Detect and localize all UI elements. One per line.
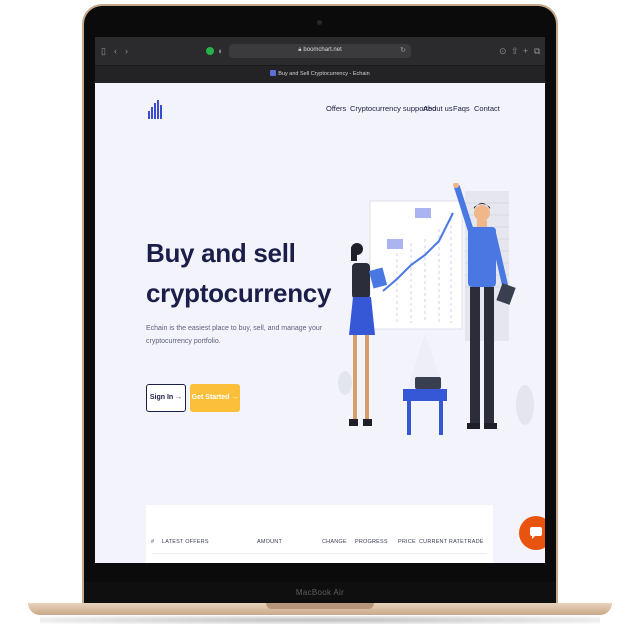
- nav-faqs[interactable]: Faqs: [453, 104, 470, 113]
- projector: [415, 377, 441, 389]
- privacy-icon[interactable]: ◐: [218, 46, 223, 56]
- share-icon[interactable]: ⇧: [511, 46, 519, 56]
- logo-icon[interactable]: [148, 99, 164, 119]
- laptop-notch: [266, 603, 374, 609]
- arrow-right-icon: →: [175, 394, 183, 401]
- camera-dot: [317, 20, 322, 25]
- tabs-icon[interactable]: ⧉: [534, 46, 540, 56]
- browser-toolbar: ▯ ‹ › ◐ 🔒︎ boomchart.net ↻ ⊙ ⇧ + ⧉: [95, 37, 545, 65]
- back-icon[interactable]: ‹: [114, 46, 117, 56]
- chart-board: [369, 200, 463, 330]
- active-tab[interactable]: Buy and Sell Cryptocurrency - Echain: [95, 70, 545, 77]
- get-started-label: Get Started: [191, 394, 230, 401]
- sign-in-button[interactable]: Sign In →: [146, 384, 186, 412]
- chart-tag: [387, 239, 403, 249]
- extension-icon[interactable]: [206, 47, 214, 55]
- download-icon[interactable]: ⊙: [499, 46, 507, 56]
- col-price[interactable]: PRICE: [398, 539, 416, 545]
- nav-contact[interactable]: Contact: [474, 104, 500, 113]
- new-tab-icon[interactable]: +: [523, 46, 528, 56]
- woman-body: [352, 263, 370, 299]
- website: Offers Cryptocurrency supported About us…: [95, 83, 545, 563]
- chat-button[interactable]: [519, 516, 545, 550]
- offers-table: # LATEST OFFERS AMOUNT CHANGE PROGRESS P…: [146, 505, 493, 563]
- favicon-icon: [270, 70, 277, 76]
- col-index[interactable]: #: [151, 539, 154, 545]
- col-trade[interactable]: TRADE: [464, 539, 484, 545]
- lock-icon: 🔒︎: [298, 47, 302, 53]
- nav-about-us[interactable]: About us: [423, 104, 453, 113]
- device-label: MacBook Air: [295, 588, 345, 597]
- man-head: [474, 205, 490, 221]
- laptop-mockup: MacBook Air ▯ ‹ › ◐ 🔒︎ boomchart.net ↻ ⊙ …: [0, 0, 640, 640]
- chart-tag: [415, 208, 431, 218]
- screen: ▯ ‹ › ◐ 🔒︎ boomchart.net ↻ ⊙ ⇧ + ⧉ Buy an…: [95, 37, 545, 563]
- col-amount[interactable]: AMOUNT: [257, 539, 282, 545]
- projector-stand: [403, 389, 447, 401]
- arrow-right-icon: →: [231, 394, 239, 401]
- url-text: boomchart.net: [303, 47, 342, 53]
- address-bar[interactable]: 🔒︎ boomchart.net ↻: [229, 44, 411, 58]
- sign-in-label: Sign In: [149, 394, 174, 401]
- chat-icon: [530, 527, 542, 539]
- tab-bar: Buy and Sell Cryptocurrency - Echain: [95, 65, 545, 83]
- laptop-chin: MacBook Air: [84, 582, 556, 604]
- col-change[interactable]: CHANGE: [322, 539, 347, 545]
- tab-title: Buy and Sell Cryptocurrency - Echain: [278, 71, 370, 77]
- col-progress[interactable]: PROGRESS: [355, 539, 388, 545]
- woman-skirt: [349, 297, 375, 335]
- hero-description: Echain is the easiest place to buy, sell…: [146, 325, 323, 345]
- col-latest-offers[interactable]: LATEST OFFERS: [162, 539, 209, 545]
- sidebar-icon[interactable]: ▯: [101, 46, 106, 56]
- hero-illustration: [338, 183, 534, 435]
- laptop-shadow: [40, 616, 600, 624]
- reload-icon[interactable]: ↻: [400, 46, 406, 54]
- hero-title: Buy and sell cryptocurrency: [146, 238, 332, 308]
- nav-offers[interactable]: Offers: [326, 104, 346, 113]
- table-divider: [152, 553, 487, 554]
- forward-icon[interactable]: ›: [125, 46, 128, 56]
- get-started-button[interactable]: Get Started →: [190, 384, 240, 412]
- col-current-rate[interactable]: CURRENT RATE: [419, 539, 464, 545]
